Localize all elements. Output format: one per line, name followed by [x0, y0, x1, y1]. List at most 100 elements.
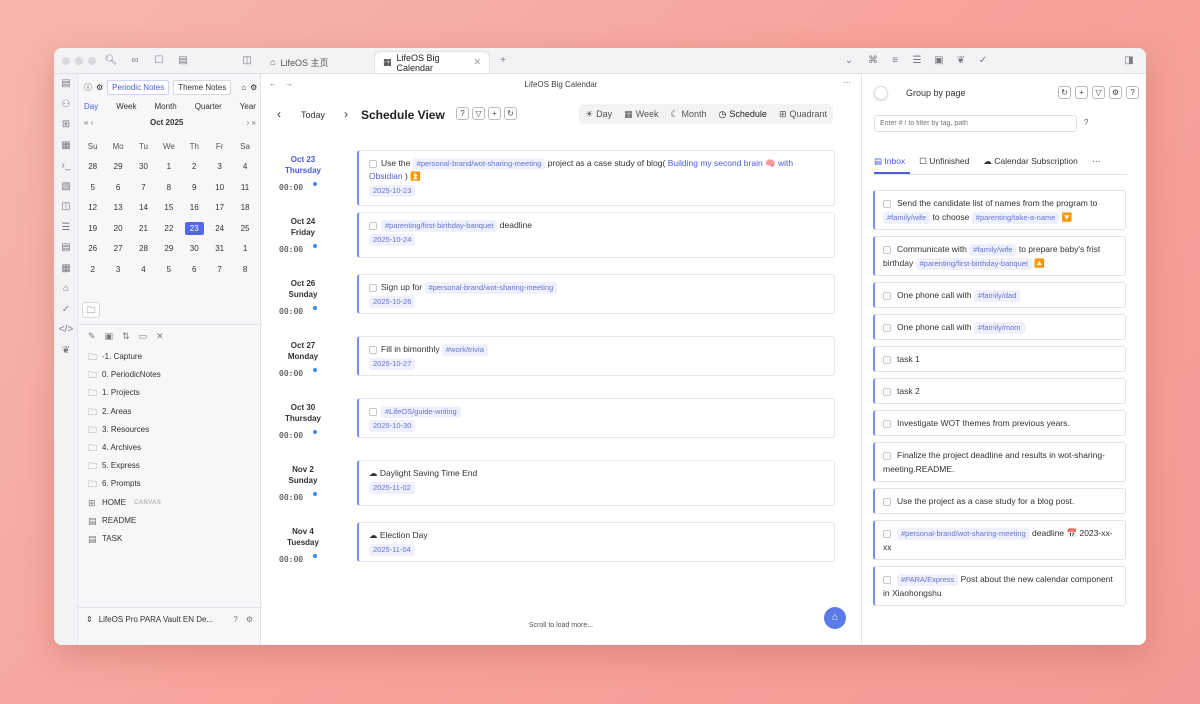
calendar-day[interactable]: 4: [232, 162, 257, 171]
terminal-icon[interactable]: ›_: [54, 156, 78, 177]
tag-icon[interactable]: ⌘: [866, 54, 880, 68]
calendar-day[interactable]: 28: [80, 162, 105, 171]
filter-input[interactable]: [874, 115, 1077, 132]
task-card[interactable]: One phone call with #family/mom: [873, 314, 1126, 340]
event-card[interactable]: Use the #personal-brand/wot-sharing-meet…: [357, 150, 835, 206]
tab-unfinished[interactable]: ☐ Unfinished: [919, 156, 969, 170]
day-date[interactable]: Nov 4 Tuesday: [273, 526, 333, 548]
calendar-day[interactable]: 3: [105, 265, 130, 274]
add-icon[interactable]: +: [488, 107, 501, 120]
tree-item[interactable]: 🗀︎ 5. Express: [88, 457, 258, 475]
more-icon[interactable]: ⋯: [843, 78, 851, 87]
event-tag[interactable]: #personal-brand/wot-sharing-meeting: [424, 282, 558, 294]
task-card[interactable]: Finalize the project deadline and result…: [873, 442, 1126, 482]
calendar-day[interactable]: 5: [156, 265, 181, 274]
refresh-icon[interactable]: ↻: [1058, 86, 1071, 99]
calendar-day[interactable]: 10: [207, 183, 232, 192]
view-schedule-button[interactable]: ◷ Schedule: [713, 104, 773, 124]
new-note-icon[interactable]: ✎: [88, 331, 96, 342]
tab-theme-notes[interactable]: Theme Notes: [173, 80, 232, 95]
calendar-day[interactable]: 6: [105, 183, 130, 192]
layout-icon[interactable]: ◫: [54, 197, 78, 218]
gear-icon[interactable]: ⚙: [96, 83, 103, 92]
calendar-day[interactable]: 8: [232, 265, 257, 274]
event-tag[interactable]: #work/trivia: [441, 344, 488, 356]
chevron-down-icon[interactable]: ⌄: [842, 54, 856, 68]
task-tag[interactable]: #parenting/take-a-name: [971, 212, 1060, 224]
view-week-button[interactable]: ▦ Week: [618, 104, 664, 124]
calendar-day[interactable]: 13: [105, 203, 130, 212]
event-checkbox[interactable]: [369, 221, 377, 230]
day-date[interactable]: Oct 30 Thursday: [273, 402, 333, 424]
task-checkbox[interactable]: [883, 497, 891, 506]
task-card[interactable]: Use the project as a case study for a bl…: [873, 488, 1126, 514]
close-window-button[interactable]: [62, 57, 70, 65]
event-card[interactable]: ☁ Election Day 2025-11-04: [357, 522, 835, 562]
gear-icon[interactable]: ⚙: [250, 83, 257, 92]
event-tag[interactable]: #LifeOS/guide-writing: [381, 406, 461, 418]
calendar-day[interactable]: 29: [105, 162, 130, 171]
tree-item[interactable]: 🗀︎ 2. Areas: [88, 403, 258, 421]
task-checkbox[interactable]: [883, 529, 891, 538]
help-icon[interactable]: ?: [1084, 118, 1088, 127]
calendar-day[interactable]: 14: [131, 203, 156, 212]
check-circle-icon[interactable]: ✓: [976, 54, 990, 68]
refresh-icon[interactable]: ↻: [504, 107, 517, 120]
task-checkbox[interactable]: [883, 291, 891, 300]
task-card[interactable]: Send the candidate list of names from th…: [873, 190, 1126, 230]
tree-item[interactable]: 🗀︎ 1. Projects: [88, 384, 258, 402]
home-icon[interactable]: ⌂: [54, 279, 78, 300]
right-sidebar-toggle-icon[interactable]: ◨: [1122, 54, 1136, 68]
day-date[interactable]: Oct 26 Sunday: [273, 278, 333, 300]
event-card[interactable]: Fill in bimonthly #work/trivia 2025-10-27: [357, 336, 835, 376]
prev-year-icon[interactable]: « ‹: [84, 118, 93, 127]
group-by-page-toggle[interactable]: [874, 86, 888, 100]
image-icon[interactable]: ▧: [54, 177, 78, 198]
task-card[interactable]: Communicate with #family/wife to prepare…: [873, 236, 1126, 276]
day-date[interactable]: Oct 24 Friday: [273, 216, 333, 238]
task-tag[interactable]: #personal-brand/wot-sharing-meeting: [897, 528, 1030, 540]
calendar-day[interactable]: 8: [156, 183, 181, 192]
task-checkbox[interactable]: [883, 575, 891, 584]
code-icon[interactable]: </>: [54, 320, 78, 341]
calendar-day[interactable]: 11: [232, 183, 257, 192]
task-tag[interactable]: #parenting/first-birthday-banquet: [915, 258, 1033, 270]
calendar-day[interactable]: 12: [80, 203, 105, 212]
tab-lifeos-home[interactable]: ⌂ LifeOS 主页: [262, 51, 336, 73]
search-icon[interactable]: 🔍︎: [104, 54, 118, 68]
home-button[interactable]: ⌂: [824, 607, 846, 629]
help-icon[interactable]: ?: [233, 615, 237, 624]
event-card[interactable]: #LifeOS/guide-writing 2025-10-30: [357, 398, 835, 438]
calendar-day[interactable]: 17: [207, 203, 232, 212]
calendar-day[interactable]: 28: [131, 244, 156, 253]
calendar-day[interactable]: 26: [80, 244, 105, 253]
graph-icon[interactable]: ⚇: [54, 95, 78, 116]
period-day[interactable]: Day: [84, 102, 98, 111]
next-icon[interactable]: ›: [344, 107, 348, 121]
calendar-day[interactable]: 27: [105, 244, 130, 253]
filter-icon[interactable]: ▽: [1092, 86, 1105, 99]
calendar-icon[interactable]: ▦: [54, 136, 78, 157]
tree-item[interactable]: 🗀︎ 0. PeriodicNotes: [88, 366, 258, 384]
filter-icon[interactable]: ▽: [472, 107, 485, 120]
task-card[interactable]: One phone call with #family/dad: [873, 282, 1126, 308]
tree-item[interactable]: 🗀︎ -1. Capture: [88, 348, 258, 366]
scroll-more-label[interactable]: Scroll to load more...: [261, 622, 861, 629]
period-month[interactable]: Month: [154, 102, 176, 111]
tab-calendar-subscription[interactable]: ☁ Calendar Subscription: [983, 156, 1078, 170]
event-tag[interactable]: #parenting/first-birthday-banquet: [381, 220, 498, 232]
calendar-day[interactable]: 4: [131, 265, 156, 274]
calendar-day[interactable]: 20: [105, 224, 130, 233]
lifeos-icon[interactable]: ❦: [54, 341, 78, 362]
day-date[interactable]: Nov 2 Sunday: [273, 464, 333, 486]
period-quarter[interactable]: Quarter: [195, 102, 222, 111]
calendar-day[interactable]: 7: [207, 265, 232, 274]
task-checkbox[interactable]: [883, 451, 891, 460]
task-card[interactable]: #PARA/Express Post about the new calenda…: [873, 566, 1126, 606]
tree-item[interactable]: 🗀︎ 3. Resources: [88, 421, 258, 439]
calendar-check-icon[interactable]: ▦: [54, 259, 78, 280]
calendar-day[interactable]: 7: [131, 183, 156, 192]
calendar-day[interactable]: 6: [182, 265, 207, 274]
task-tag[interactable]: #family/dad: [974, 290, 1021, 302]
task-checkbox[interactable]: [883, 387, 891, 396]
